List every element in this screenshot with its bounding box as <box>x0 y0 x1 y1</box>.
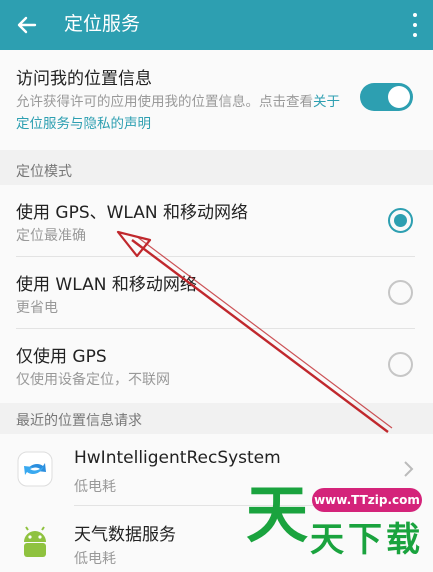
watermark-big-char: 天 <box>246 478 309 551</box>
android-icon <box>16 522 54 560</box>
mode-subtitle: 更省电 <box>16 300 58 316</box>
location-mode-header: 定位模式 <box>16 164 72 180</box>
location-access-title: 访问我的位置信息 <box>16 69 152 89</box>
app-bar: 定位服务 <box>0 0 433 50</box>
app-name: 天气数据服务 <box>74 525 176 545</box>
mode-gps-only[interactable]: 仅使用 GPS 仅使用设备定位，不联网 <box>0 329 433 401</box>
app-name: HwIntelligentRecSystem <box>74 448 281 468</box>
location-access-setting[interactable]: 访问我的位置信息 允许获得许可的应用使用我的位置信息。点击查看关于定位服务与隐私… <box>0 50 433 150</box>
app-power-usage: 低电耗 <box>74 479 116 495</box>
mode-title: 使用 WLAN 和移动网络 <box>16 275 197 295</box>
watermark-text: 天下载 <box>310 520 424 560</box>
mode-wlan-mobile[interactable]: 使用 WLAN 和移动网络 更省电 <box>0 257 433 329</box>
mode-radio-selected[interactable] <box>388 208 413 233</box>
watermark-url: www.TTzip.com <box>312 488 422 512</box>
mode-radio[interactable] <box>388 352 413 377</box>
mode-title: 使用 GPS、WLAN 和移动网络 <box>16 203 249 223</box>
mode-title: 仅使用 GPS <box>16 347 107 367</box>
location-mode-list: 使用 GPS、WLAN 和移动网络 定位最准确 使用 WLAN 和移动网络 更省… <box>0 185 433 403</box>
mode-gps-wlan-mobile[interactable]: 使用 GPS、WLAN 和移动网络 定位最准确 <box>0 185 433 257</box>
page-title: 定位服务 <box>64 13 141 35</box>
more-options-icon[interactable] <box>407 10 423 40</box>
hw-recsystem-icon <box>16 450 54 488</box>
mode-subtitle: 仅使用设备定位，不联网 <box>16 372 170 388</box>
recent-requests-header: 最近的位置信息请求 <box>16 413 142 429</box>
app-power-usage: 低电耗 <box>74 551 116 567</box>
location-access-desc: 允许获得许可的应用使用我的位置信息。点击查看关于定位服务与隐私的声明 <box>16 94 340 132</box>
mode-subtitle: 定位最准确 <box>16 228 86 244</box>
back-arrow-icon[interactable] <box>12 10 42 40</box>
location-access-toggle[interactable] <box>360 83 413 111</box>
site-watermark: 天 www.TTzip.com 天下载 <box>246 478 433 572</box>
toggle-knob <box>388 86 410 108</box>
mode-radio[interactable] <box>388 280 413 305</box>
